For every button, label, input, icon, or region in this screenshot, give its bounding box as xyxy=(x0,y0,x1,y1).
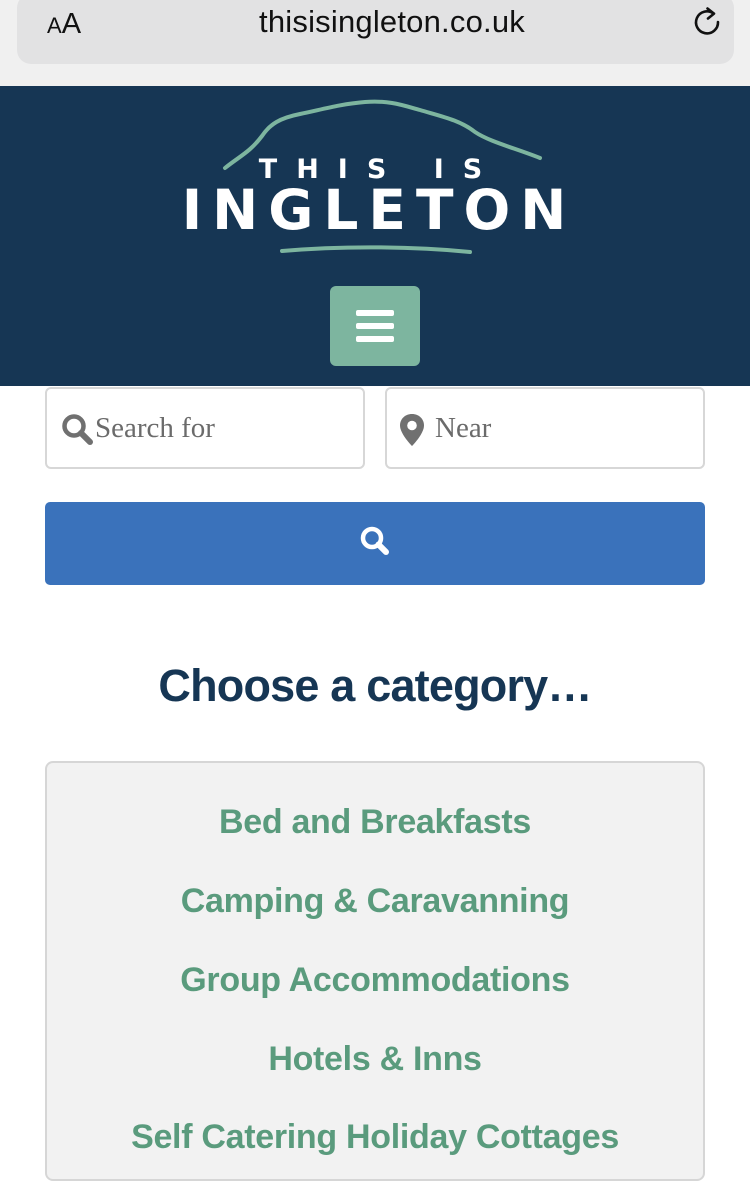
hamburger-menu-icon xyxy=(356,310,394,342)
search-field[interactable] xyxy=(45,387,365,469)
near-input[interactable] xyxy=(435,389,695,467)
menu-button[interactable] xyxy=(330,286,420,366)
reload-icon[interactable] xyxy=(689,4,725,40)
search-icon xyxy=(358,524,392,563)
category-link-camping-caravanning[interactable]: Camping & Caravanning xyxy=(47,882,703,921)
category-heading: Choose a category… xyxy=(158,660,592,711)
category-link-group-accommodations[interactable]: Group Accommodations xyxy=(47,961,703,1000)
site-header: THIS IS INGLETON xyxy=(0,86,750,386)
category-link-bed-and-breakfasts[interactable]: Bed and Breakfasts xyxy=(47,803,703,842)
category-list-panel: Bed and Breakfasts Camping & Caravanning… xyxy=(45,761,705,1181)
search-submit-button[interactable] xyxy=(45,502,705,585)
address-bar[interactable]: A A thisisingleton.co.uk xyxy=(17,0,734,64)
browser-toolbar: A A thisisingleton.co.uk xyxy=(0,0,750,86)
logo-text-ingleton: INGLETON xyxy=(181,178,577,242)
site-logo[interactable]: THIS IS INGLETON xyxy=(170,96,580,261)
category-link-self-catering[interactable]: Self Catering Holiday Cottages xyxy=(47,1118,703,1157)
near-field[interactable] xyxy=(385,387,705,469)
url-text[interactable]: thisisingleton.co.uk xyxy=(17,4,750,40)
map-pin-icon xyxy=(399,413,425,452)
category-link-hotels-inns[interactable]: Hotels & Inns xyxy=(47,1040,703,1079)
search-icon xyxy=(61,413,95,452)
search-input[interactable] xyxy=(95,389,355,467)
